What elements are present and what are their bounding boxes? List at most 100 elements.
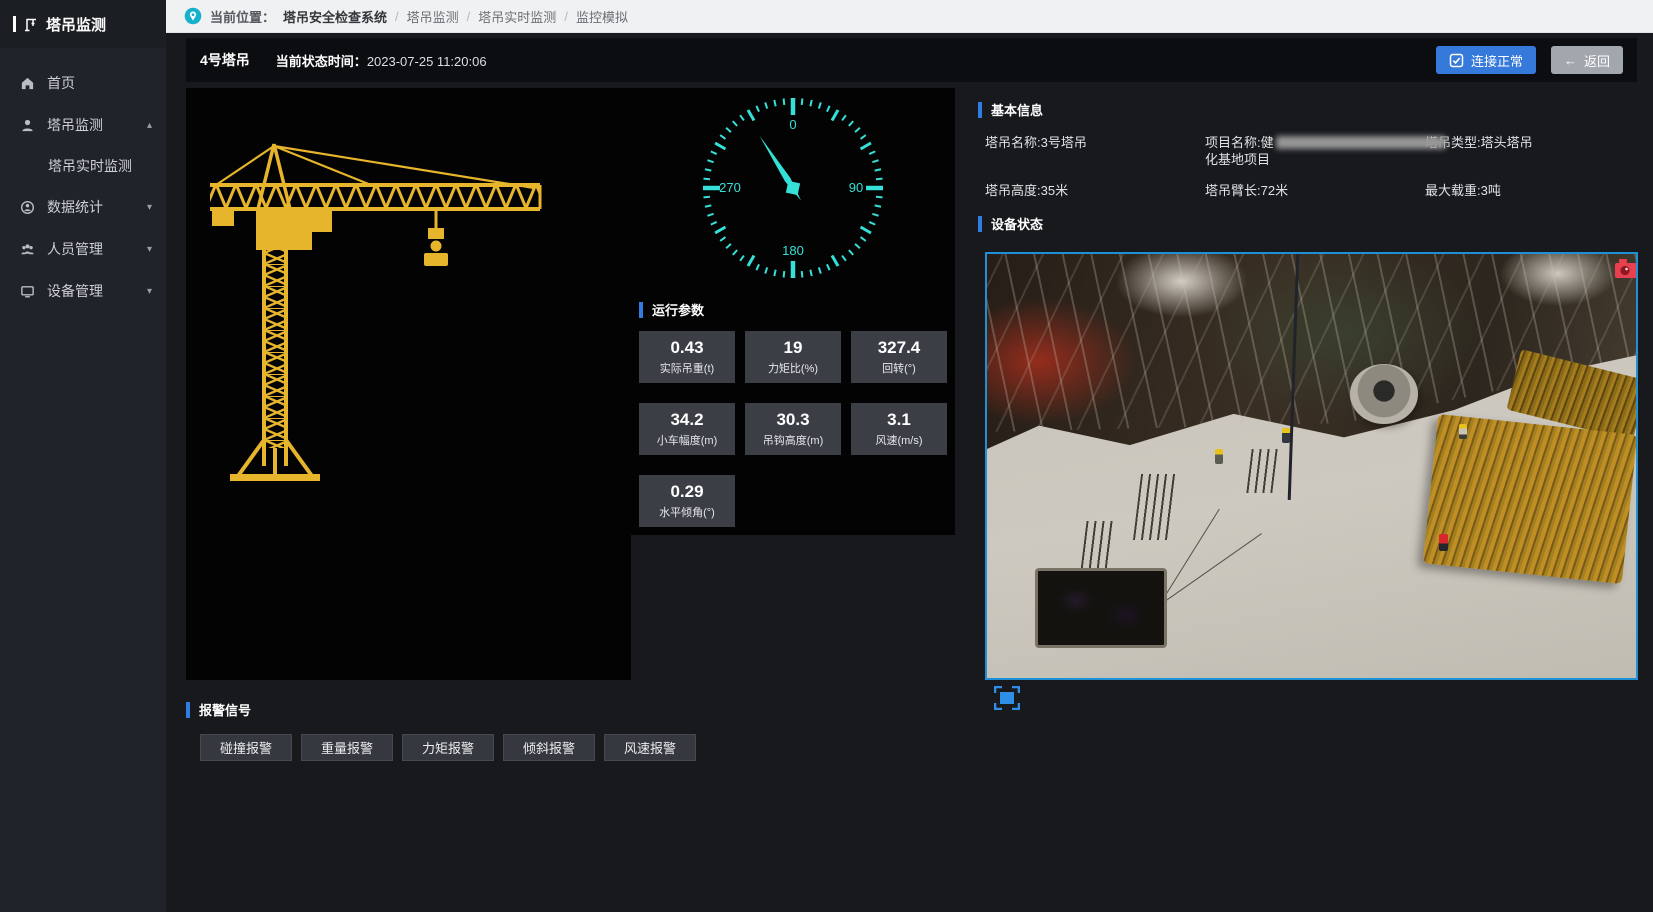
rebar-pile [1423,414,1638,584]
sidebar-item-statistics[interactable]: 数据统计 ▾ [0,186,166,228]
param-value: 327.4 [878,338,921,358]
svg-text:270: 270 [719,180,741,195]
fullscreen-icon[interactable] [994,686,1020,710]
detail-header: 4号塔吊 当前状态时间：2023-07-25 11:20:06 连接正常 ← 返… [186,38,1637,82]
basic-info-grid: 塔吊名称:3号塔吊 项目名称:健 化基地项目 塔吊类型:塔头塔吊 塔吊高度:35… [985,134,1643,199]
breadcrumb-separator: / [395,9,399,24]
breadcrumb-root: 塔吊安全检查系统 [283,7,387,26]
breadcrumb-prefix: 当前位置： [210,7,275,26]
chevron-down-icon: ▾ [147,202,152,213]
back-button-label: 返回 [1584,51,1610,70]
sidebar-item-realtime-monitor[interactable]: 塔吊实时监测 [0,146,166,186]
moment-alarm-button[interactable]: 力矩报警 [402,734,494,761]
param-label: 力矩比(%) [768,360,818,376]
param-value: 0.29 [670,482,703,502]
sidebar-item-label: 塔吊实时监测 [48,156,132,176]
gauge-panel: 0 90 180 270 运行参数 0.43 实际吊重(t) 19 力矩比(%) 32… [631,88,955,535]
worker-figure [1459,424,1467,439]
param-tile-load: 0.43 实际吊重(t) [639,331,735,383]
param-tile-tilt: 0.29 水平倾角(°) [639,475,735,527]
section-accent-bar [978,102,982,118]
sidebar-item-home[interactable]: 首页 [0,62,166,104]
sidebar-item-label: 设备管理 [47,281,103,301]
collision-alarm-button[interactable]: 碰撞报警 [200,734,292,761]
param-label: 实际吊重(t) [660,360,714,376]
sidebar-item-label: 数据统计 [47,197,103,217]
svg-text:90: 90 [849,180,863,195]
worker-figure [1282,428,1290,443]
redacted-text [1276,136,1446,149]
svg-text:0: 0 [789,117,796,132]
alarm-title-text: 报警信号 [199,700,251,719]
param-value: 30.3 [776,410,809,430]
device-status-section-title: 设备状态 [978,214,1043,233]
crane-illustration [186,88,631,680]
info-project-prefix: 项目名称:健 [1205,135,1274,150]
connect-status-button[interactable]: 连接正常 [1436,46,1536,74]
worker-figure [1215,449,1223,464]
status-time-value: 2023-07-25 11:20:06 [367,54,487,69]
info-arm-length: 塔吊臂长:72米 [1205,182,1425,199]
camera-feed[interactable] [985,252,1638,680]
param-value: 34.2 [670,410,703,430]
param-tile-hook-height: 30.3 吊钩高度(m) [745,403,841,455]
info-crane-height: 塔吊高度:35米 [985,182,1205,199]
windspeed-alarm-button[interactable]: 风速报警 [604,734,696,761]
alarm-section-title: 报警信号 [186,700,251,719]
back-button[interactable]: ← 返回 [1551,46,1623,74]
connect-button-label: 连接正常 [1471,51,1523,70]
breadcrumb-separator: / [564,9,568,24]
info-crane-type: 塔吊类型:塔头塔吊 [1425,134,1643,168]
params-title-text: 运行参数 [652,300,704,319]
check-icon [1449,53,1464,68]
svg-text:180: 180 [782,243,804,258]
basic-info-section-title: 基本信息 [978,100,1043,119]
param-value: 0.43 [670,338,703,358]
params-tiles: 0.43 实际吊重(t) 19 力矩比(%) 327.4 回转(°) 34.2 … [639,331,951,527]
chevron-down-icon: ▾ [147,244,152,255]
param-label: 回转(°) [882,360,916,376]
param-value: 3.1 [887,410,911,430]
weight-alarm-button[interactable]: 重量报警 [301,734,393,761]
param-tile-moment-ratio: 19 力矩比(%) [745,331,841,383]
param-label: 吊钩高度(m) [763,432,824,448]
camera-icon[interactable] [1614,258,1638,285]
home-icon [20,75,36,91]
breadcrumb-item-realtime[interactable]: 塔吊实时监测 [478,7,556,26]
device-status-title-text: 设备状态 [991,214,1043,233]
sidebar-item-crane-monitor[interactable]: 塔吊监测 ▴ [0,104,166,146]
sidebar-menu: 首页 塔吊监测 ▴ 塔吊实时监测 数据统计 ▾ [0,48,166,312]
param-label: 小车幅度(m) [657,432,718,448]
sidebar-item-equipment[interactable]: 设备管理 ▾ [0,270,166,312]
param-label: 风速(m/s) [875,432,922,448]
rebar-cluster [1133,474,1177,540]
breadcrumb-item-crane-monitor[interactable]: 塔吊监测 [407,7,459,26]
header-actions: 连接正常 ← 返回 [1436,46,1623,74]
breadcrumb-item-simulation[interactable]: 监控模拟 [576,7,628,26]
info-max-load: 最大载重:3吨 [1425,182,1643,199]
sidebar-item-label: 塔吊监测 [47,115,103,135]
section-accent-bar [186,702,190,718]
breadcrumb-separator: / [467,9,471,24]
device-icon [20,283,36,299]
worker-figure-red [1439,534,1448,551]
alarm-buttons: 碰撞报警 重量报警 力矩报警 倾斜报警 风速报警 [200,734,696,761]
sidebar-item-personnel[interactable]: 人员管理 ▾ [0,228,166,270]
back-arrow-icon: ← [1564,53,1577,68]
sidebar: 塔吊监测 首页 塔吊监测 ▴ 塔吊实时监测 [0,0,166,912]
sidebar-item-label: 首页 [47,73,75,93]
status-time-label: 当前状态时间： [276,54,367,69]
param-tile-wind-speed: 3.1 风速(m/s) [851,403,947,455]
crane-name: 4号塔吊 [200,50,250,70]
location-pin-icon [184,7,202,25]
crane-logo-icon [23,16,39,32]
status-time: 当前状态时间：2023-07-25 11:20:06 [276,51,487,70]
people-icon [20,241,36,257]
rebar-cluster [1246,449,1277,493]
compass-gauge: 0 90 180 270 [631,88,955,293]
tilt-alarm-button[interactable]: 倾斜报警 [503,734,595,761]
tower-crane-monitor-page: 塔吊监测 首页 塔吊监测 ▴ 塔吊实时监测 [0,0,1653,912]
section-accent-bar [978,216,982,232]
crane-illustration-panel [186,88,631,680]
param-tile-slewing: 327.4 回转(°) [851,331,947,383]
